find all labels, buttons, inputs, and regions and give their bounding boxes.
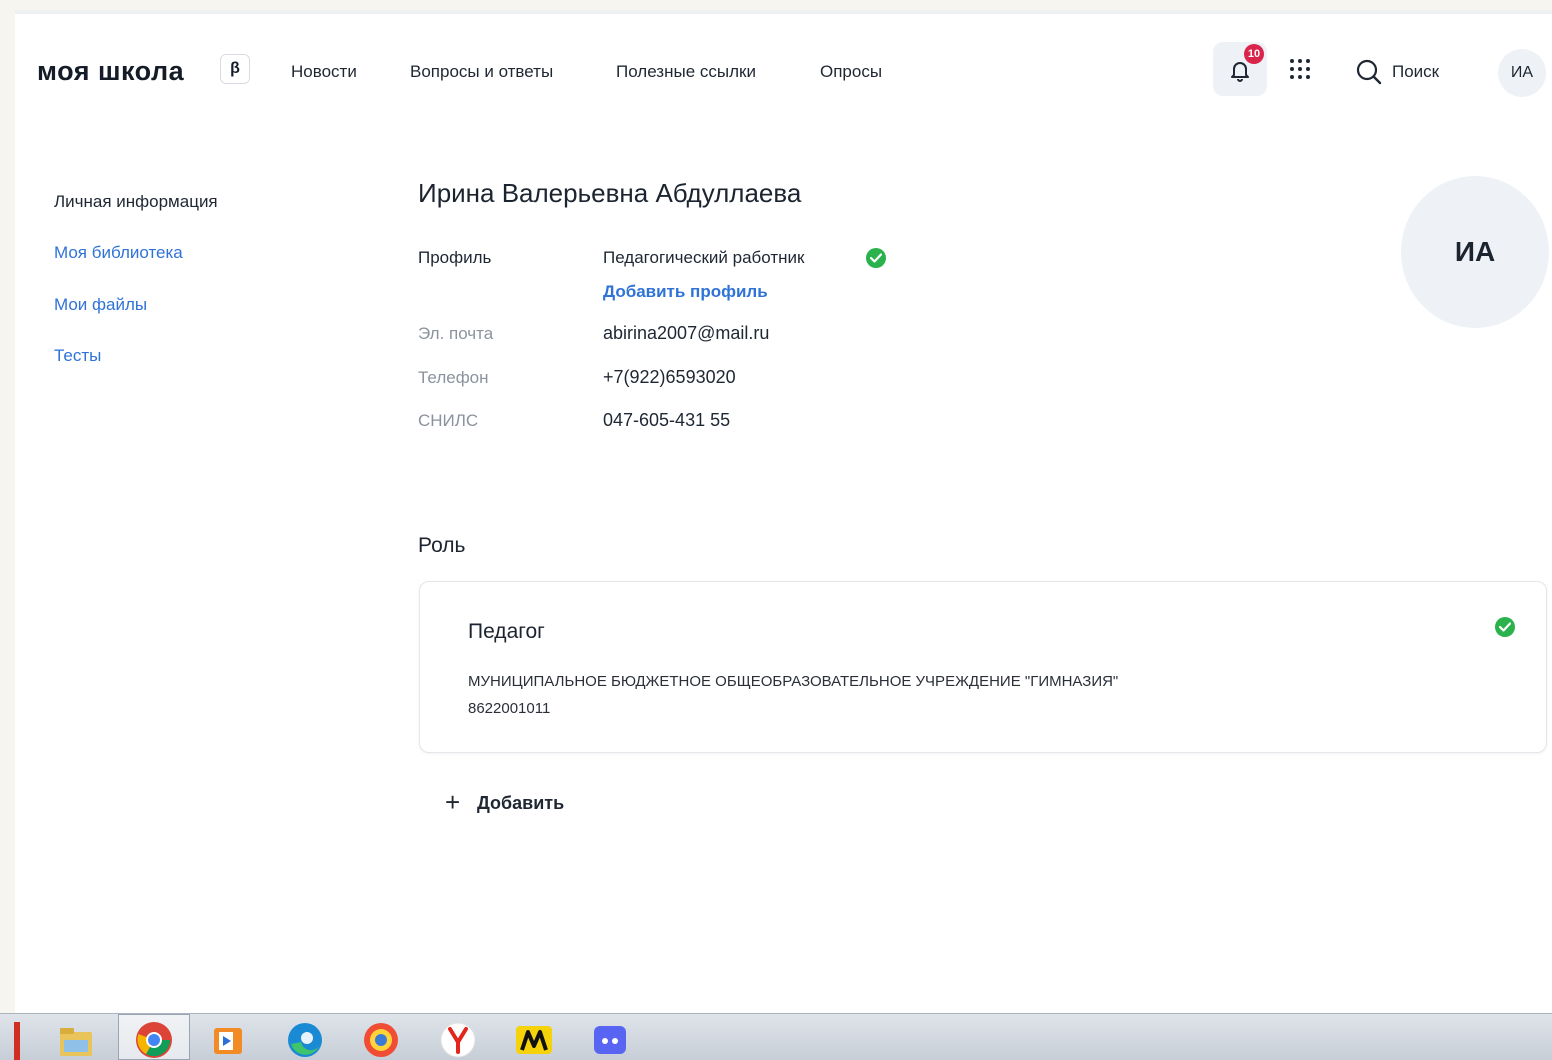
yandex-browser-icon[interactable] <box>361 1020 401 1060</box>
phone-label: Телефон <box>418 368 489 387</box>
site-header: моя школа β Новости Вопросы и ответы Пол… <box>15 16 1552 120</box>
role-section-title: Роль <box>418 534 466 557</box>
media-player-icon[interactable] <box>208 1020 248 1060</box>
verified-check-icon <box>866 248 886 268</box>
top-divider <box>15 10 1552 14</box>
plus-icon: + <box>445 787 461 817</box>
snils-value: 047-605-431 55 <box>603 410 731 430</box>
user-avatar-button[interactable]: ИА <box>1498 49 1546 97</box>
chrome-icon[interactable] <box>134 1020 174 1060</box>
taskbar-edge-marker <box>14 1022 20 1060</box>
user-full-name: Ирина Валерьевна Абдуллаева <box>418 178 802 208</box>
yandex-icon[interactable] <box>438 1020 478 1060</box>
sidebar-item-personal-info[interactable]: Личная информация <box>54 192 218 212</box>
profile-label: Профиль <box>418 248 492 267</box>
add-profile-link[interactable]: Добавить профиль <box>603 282 768 302</box>
nav-useful-links[interactable]: Полезные ссылки <box>616 62 756 82</box>
snils-label: СНИЛС <box>418 411 479 430</box>
sidebar-item-tests[interactable]: Тесты <box>54 346 101 366</box>
nav-faq[interactable]: Вопросы и ответы <box>410 62 553 82</box>
sidebar-item-my-library[interactable]: Моя библиотека <box>54 243 183 263</box>
role-organization: МУНИЦИПАЛЬНОЕ БЮДЖЕТНОЕ ОБЩЕОБРАЗОВАТЕЛЬ… <box>468 673 1119 690</box>
apps-grid-icon[interactable] <box>1289 58 1311 80</box>
file-explorer-icon[interactable] <box>56 1020 96 1060</box>
nav-news[interactable]: Новости <box>291 62 357 82</box>
taskbar <box>0 1013 1552 1060</box>
phone-value: +7(922)6593020 <box>603 367 736 387</box>
profile-value: Педагогический работник <box>603 248 805 267</box>
notification-count-badge: 10 <box>1244 44 1264 64</box>
nav-surveys[interactable]: Опросы <box>820 62 882 82</box>
edge-icon[interactable] <box>285 1020 325 1060</box>
beta-badge: β <box>220 54 250 84</box>
app-m-icon[interactable] <box>514 1020 554 1060</box>
role-card[interactable]: Педагог МУНИЦИПАЛЬНОЕ БЮДЖЕТНОЕ ОБЩЕОБРА… <box>419 581 1547 753</box>
search-icon[interactable] <box>1355 58 1383 86</box>
sidebar-item-my-files[interactable]: Мои файлы <box>54 295 147 315</box>
add-role-label: Добавить <box>477 793 565 813</box>
email-value: abirina2007@mail.ru <box>603 323 770 343</box>
role-inn: 8622001011 <box>468 700 551 717</box>
site-logo[interactable]: моя школа <box>37 56 184 87</box>
email-label: Эл. почта <box>418 324 494 343</box>
browser-page: моя школа β Новости Вопросы и ответы Пол… <box>15 10 1552 1013</box>
role-verified-check-icon <box>1495 617 1515 637</box>
profile-avatar[interactable]: ИА <box>1401 176 1549 328</box>
discord-icon[interactable] <box>590 1020 630 1060</box>
role-name: Педагог <box>468 620 545 643</box>
search-label[interactable]: Поиск <box>1392 62 1439 82</box>
